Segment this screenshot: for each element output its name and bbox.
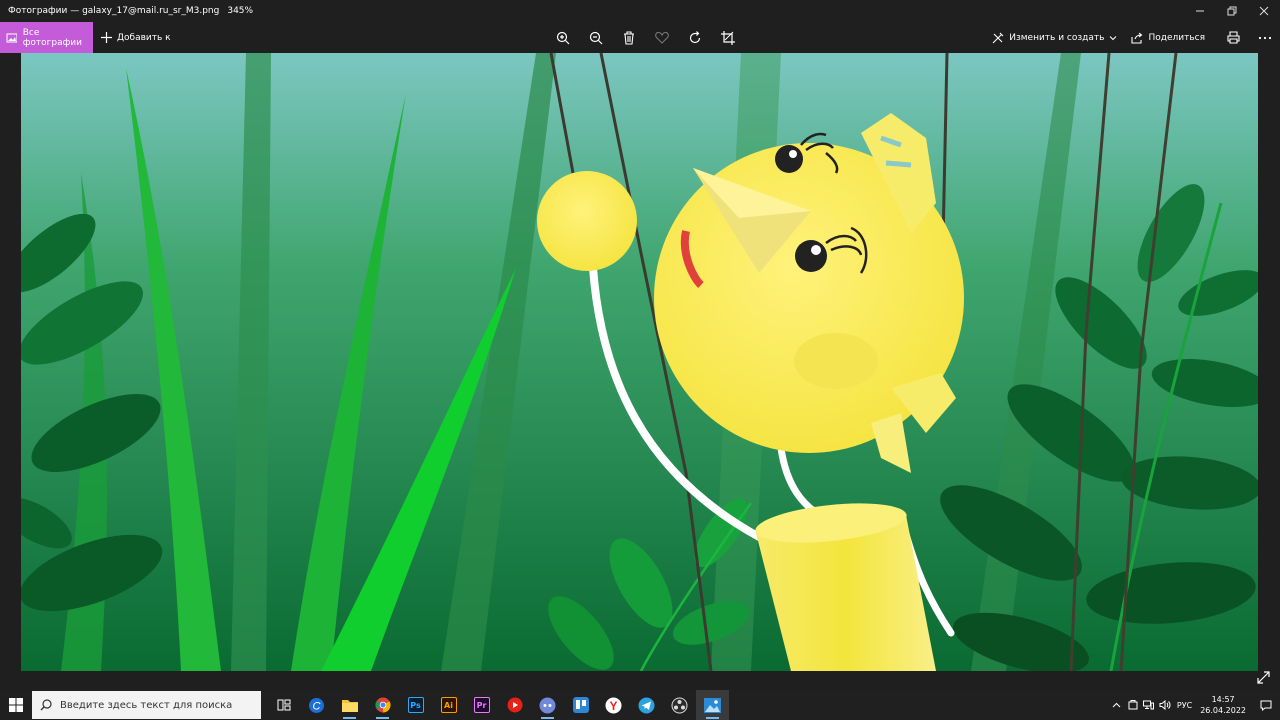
task-view-icon: [277, 699, 290, 711]
close-button[interactable]: [1248, 0, 1280, 22]
all-photos-label: Все фотографии: [22, 27, 83, 48]
expand-icon: [1256, 670, 1270, 684]
telegram-icon: [638, 697, 655, 713]
trash-icon: [623, 30, 634, 45]
zoom-in-button[interactable]: [546, 22, 579, 53]
rotate-button[interactable]: [678, 22, 711, 53]
taskbar-app-discord[interactable]: [531, 690, 564, 720]
taskbar-app-premiere[interactable]: Pr: [465, 690, 498, 720]
all-photos-button[interactable]: Все фотографии: [0, 22, 93, 53]
print-button[interactable]: [1227, 31, 1240, 44]
tray-app-button[interactable]: [1125, 690, 1141, 720]
volume-icon: [1159, 700, 1171, 710]
taskbar: Введите здесь текст для поиска C Ps Ai P…: [0, 690, 1280, 720]
chevron-up-icon: [1113, 702, 1121, 708]
edit-create-button[interactable]: Изменить и создать: [992, 32, 1117, 44]
show-hidden-icons-button[interactable]: [1109, 690, 1125, 720]
photos-icon: [6, 33, 17, 42]
taskbar-app-cortana[interactable]: C: [300, 690, 333, 720]
youtube-icon: [507, 697, 522, 713]
obs-icon: [671, 697, 688, 713]
restore-button[interactable]: [1216, 0, 1248, 22]
crop-icon: [720, 30, 735, 45]
clock-time: 14:57: [1211, 695, 1235, 704]
more-icon: [1258, 36, 1272, 39]
clock[interactable]: 14:57 26.04.2022: [1200, 694, 1246, 716]
network-icon: [1143, 700, 1155, 710]
illustrator-icon: Ai: [440, 697, 457, 713]
photo-toolbar: Все фотографии Добавить к Изменить и соз…: [0, 22, 1280, 53]
start-button[interactable]: [0, 690, 32, 720]
volume-button[interactable]: [1157, 690, 1173, 720]
heart-icon: [654, 31, 669, 44]
zoom-out-icon: [589, 31, 602, 44]
taskbar-app-photos[interactable]: [696, 690, 729, 720]
search-icon: [40, 699, 52, 711]
more-button[interactable]: [1258, 36, 1272, 40]
minimize-icon: [1196, 10, 1204, 12]
favorite-button[interactable]: [645, 22, 678, 53]
trello-icon: [572, 697, 589, 713]
network-button[interactable]: [1141, 690, 1157, 720]
system-tray: РУС 14:57 26.04.2022: [1109, 690, 1280, 720]
clock-date: 26.04.2022: [1200, 706, 1246, 715]
plus-icon: [101, 32, 112, 43]
minimize-button[interactable]: [1184, 0, 1216, 22]
zoom-in-icon: [556, 31, 569, 44]
svg-text:C: C: [313, 700, 321, 712]
folder-icon: [341, 700, 358, 712]
zoom-level: 345%: [227, 6, 254, 16]
notification-icon: [1260, 700, 1272, 711]
share-button[interactable]: Поделиться: [1131, 32, 1205, 44]
taskbar-search[interactable]: Введите здесь текст для поиска: [32, 691, 261, 719]
zoom-out-button[interactable]: [579, 22, 612, 53]
photos-app-icon: [704, 697, 721, 713]
taskbar-app-photoshop[interactable]: Ps: [399, 690, 432, 720]
chrome-icon: [374, 697, 391, 713]
task-view-button[interactable]: [267, 690, 300, 720]
photoshop-icon: Ps: [407, 697, 424, 713]
share-label: Поделиться: [1148, 32, 1205, 43]
photo-image: [21, 53, 1258, 671]
search-placeholder: Введите здесь текст для поиска: [60, 699, 233, 711]
close-icon: [1259, 6, 1269, 16]
tray-app-icon: [1128, 700, 1138, 710]
c-app-icon: C: [309, 697, 324, 713]
share-icon: [1131, 32, 1143, 44]
taskbar-app-telegram[interactable]: [630, 690, 663, 720]
edit-icon: [992, 32, 1004, 43]
window-title: Фотографии — galaxy_17@mail.ru_sr_M3.png: [8, 6, 220, 16]
edit-create-label: Изменить и создать: [1009, 32, 1105, 43]
chevron-down-icon: [1110, 35, 1117, 40]
expand-button[interactable]: [1254, 668, 1272, 686]
input-language[interactable]: РУС: [1177, 701, 1192, 710]
taskbar-app-youtube[interactable]: [498, 690, 531, 720]
taskbar-app-obs[interactable]: [663, 690, 696, 720]
photo-viewer[interactable]: [21, 53, 1258, 671]
crop-button[interactable]: [711, 22, 744, 53]
photos-app-window: Фотографии — galaxy_17@mail.ru_sr_M3.png…: [0, 0, 1280, 690]
taskbar-app-trello[interactable]: [564, 690, 597, 720]
taskbar-app-chrome[interactable]: [366, 690, 399, 720]
svg-text:Y: Y: [609, 699, 617, 713]
title-bar: Фотографии — galaxy_17@mail.ru_sr_M3.png…: [0, 0, 1280, 22]
notifications-button[interactable]: [1252, 690, 1280, 720]
discord-icon: [539, 697, 556, 713]
taskbar-app-yandex[interactable]: Y: [597, 690, 630, 720]
rotate-icon: [689, 30, 700, 43]
taskbar-app-explorer[interactable]: [333, 690, 366, 720]
delete-button[interactable]: [612, 22, 645, 53]
restore-icon: [1227, 6, 1237, 16]
taskbar-app-illustrator[interactable]: Ai: [432, 690, 465, 720]
windows-icon: [9, 698, 23, 712]
add-to-label: Добавить к: [117, 32, 171, 43]
add-to-button[interactable]: Добавить к: [101, 32, 171, 43]
yandex-icon: Y: [605, 697, 622, 713]
premiere-icon: Pr: [473, 697, 490, 713]
printer-icon: [1227, 31, 1240, 44]
